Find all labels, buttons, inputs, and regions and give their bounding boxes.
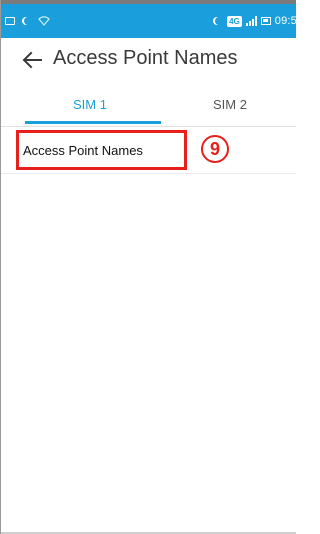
signal-strength-icon: [245, 16, 257, 26]
app-bar: Access Point Names: [1, 38, 296, 82]
list-item-label: Access Point Names: [23, 143, 143, 158]
screenshot-notification-icon: [5, 17, 15, 25]
do-not-disturb-icon: [215, 17, 223, 25]
wifi-icon: [38, 16, 50, 26]
status-bar-right-icons: 4G 09:5: [212, 13, 296, 29]
phone-screen: 4G 09:5 Access Point Names SIM 1 SIM 2 A…: [0, 0, 296, 534]
status-bar-left-icons: [5, 15, 50, 27]
list-item-access-point-names[interactable]: Access Point Names: [1, 127, 296, 173]
selected-tab-indicator: [25, 121, 161, 124]
moon-icon: [24, 17, 32, 25]
tab-sim-1[interactable]: SIM 1: [17, 82, 163, 126]
annotation-step-marker: 9: [201, 135, 229, 163]
status-bar-time: 09:5: [274, 15, 296, 27]
battery-icon: [260, 17, 271, 25]
status-bar: 4G 09:5: [1, 4, 296, 38]
list-divider: [1, 173, 296, 174]
network-type-badge: 4G: [227, 15, 242, 27]
arrow-left-icon[interactable]: [21, 49, 43, 71]
sim-tabs: SIM 1 SIM 2: [1, 82, 296, 127]
tab-sim-2[interactable]: SIM 2: [163, 82, 296, 126]
page-title: Access Point Names: [53, 47, 238, 69]
